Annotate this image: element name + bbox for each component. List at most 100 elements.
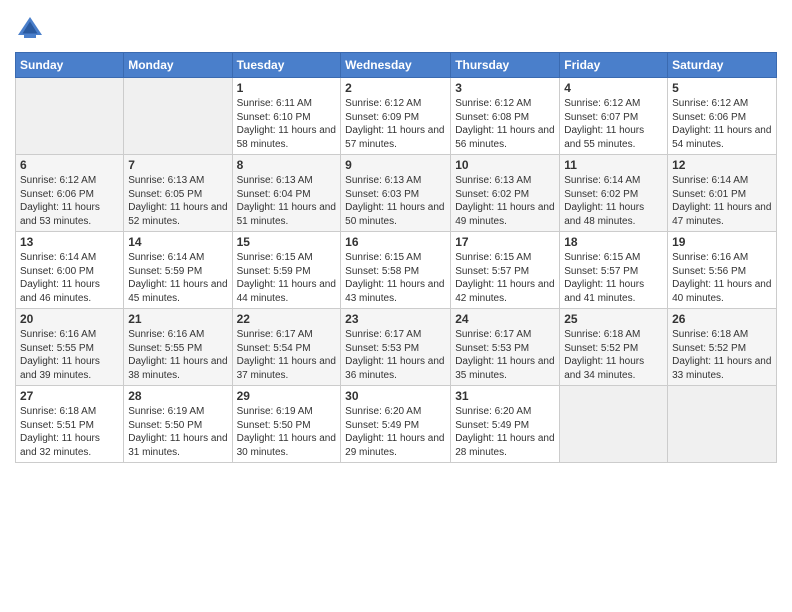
calendar-cell: 28 Sunrise: 6:19 AMSunset: 5:50 PMDayligh… <box>124 386 232 463</box>
day-info: Sunrise: 6:13 AMSunset: 6:03 PMDaylight:… <box>345 174 446 228</box>
calendar-cell: 10Sunrise: 6:13 AMSunset: 6:02 PMDayligh… <box>451 155 560 232</box>
day-info: Sunrise: 6:14 AMSunset: 6:00 PMDaylight:… <box>20 251 119 305</box>
logo-icon <box>15 14 45 44</box>
calendar-cell: 18 Sunrise: 6:15 AMSunset: 5:57 PMDayligh… <box>560 232 668 309</box>
calendar-cell: 7Sunrise: 6:13 AMSunset: 6:05 PMDaylight… <box>124 155 232 232</box>
day-number: 30 <box>345 389 446 403</box>
day-info: Sunrise: 6:15 AMSunset: 5:57 PMDaylight:… <box>455 251 555 305</box>
calendar-cell: 13Sunrise: 6:14 AMSunset: 6:00 PMDayligh… <box>16 232 124 309</box>
day-number: 21 <box>128 312 227 326</box>
day-info: Sunrise: 6:13 AMSunset: 6:02 PMDaylight:… <box>455 174 555 228</box>
day-info: Sunrise: 6:13 AMSunset: 6:05 PMDaylight:… <box>128 174 227 228</box>
calendar-cell: 26Sunrise: 6:18 AMSunset: 5:52 PMDayligh… <box>668 309 777 386</box>
calendar-table: SundayMondayTuesdayWednesdayThursdayFrid… <box>15 52 777 463</box>
day-number: 29 <box>237 389 337 403</box>
day-number: 26 <box>672 312 772 326</box>
calendar-cell: 23Sunrise: 6:17 AMSunset: 5:53 PMDayligh… <box>341 309 451 386</box>
day-number: 25 <box>564 312 663 326</box>
day-info: Sunrise: 6:16 AMSunset: 5:56 PMDaylight:… <box>672 251 772 305</box>
day-number: 15 <box>237 235 337 249</box>
day-info: Sunrise: 6:19 AMSunset: 5:50 PMDaylight:… <box>237 405 337 459</box>
week-row-1: 1 Sunrise: 6:11 AMSunset: 6:10 PMDaylight… <box>16 78 777 155</box>
day-info: Sunrise: 6:13 AMSunset: 6:04 PMDaylight:… <box>237 174 337 228</box>
calendar-cell: 25 Sunrise: 6:18 AMSunset: 5:52 PMDayligh… <box>560 309 668 386</box>
day-info: Sunrise: 6:12 AMSunset: 6:08 PMDaylight:… <box>455 97 555 151</box>
header-day-friday: Friday <box>560 53 668 78</box>
header-day-tuesday: Tuesday <box>232 53 341 78</box>
day-number: 24 <box>455 312 555 326</box>
calendar-cell: 21 Sunrise: 6:16 AMSunset: 5:55 PMDayligh… <box>124 309 232 386</box>
calendar-cell: 24 Sunrise: 6:17 AMSunset: 5:53 PMDayligh… <box>451 309 560 386</box>
calendar-cell: 22Sunrise: 6:17 AMSunset: 5:54 PMDayligh… <box>232 309 341 386</box>
day-number: 28 <box>128 389 227 403</box>
day-info: Sunrise: 6:18 AMSunset: 5:51 PMDaylight:… <box>20 405 119 459</box>
week-row-4: 20 Sunrise: 6:16 AMSunset: 5:55 PMDayligh… <box>16 309 777 386</box>
calendar-cell <box>16 78 124 155</box>
calendar-cell: 1 Sunrise: 6:11 AMSunset: 6:10 PMDaylight… <box>232 78 341 155</box>
calendar-cell <box>560 386 668 463</box>
day-number: 14 <box>128 235 227 249</box>
header-day-monday: Monday <box>124 53 232 78</box>
day-info: Sunrise: 6:14 AMSunset: 6:01 PMDaylight:… <box>672 174 772 228</box>
calendar-cell: 27 Sunrise: 6:18 AMSunset: 5:51 PMDayligh… <box>16 386 124 463</box>
calendar-header: SundayMondayTuesdayWednesdayThursdayFrid… <box>16 53 777 78</box>
header-row: SundayMondayTuesdayWednesdayThursdayFrid… <box>16 53 777 78</box>
day-number: 22 <box>237 312 337 326</box>
day-info: Sunrise: 6:20 AMSunset: 5:49 PMDaylight:… <box>345 405 446 459</box>
day-info: Sunrise: 6:12 AMSunset: 6:06 PMDaylight:… <box>20 174 119 228</box>
calendar-cell: 12 Sunrise: 6:14 AMSunset: 6:01 PMDayligh… <box>668 155 777 232</box>
calendar-cell: 4 Sunrise: 6:12 AMSunset: 6:07 PMDaylight… <box>560 78 668 155</box>
week-row-3: 13Sunrise: 6:14 AMSunset: 6:00 PMDayligh… <box>16 232 777 309</box>
day-info: Sunrise: 6:14 AMSunset: 5:59 PMDaylight:… <box>128 251 227 305</box>
day-info: Sunrise: 6:11 AMSunset: 6:10 PMDaylight:… <box>237 97 337 151</box>
day-number: 16 <box>345 235 446 249</box>
day-number: 5 <box>672 81 772 95</box>
day-info: Sunrise: 6:20 AMSunset: 5:49 PMDaylight:… <box>455 405 555 459</box>
calendar-cell <box>668 386 777 463</box>
day-info: Sunrise: 6:18 AMSunset: 5:52 PMDaylight:… <box>564 328 663 382</box>
week-row-5: 27 Sunrise: 6:18 AMSunset: 5:51 PMDayligh… <box>16 386 777 463</box>
day-info: Sunrise: 6:15 AMSunset: 5:59 PMDaylight:… <box>237 251 337 305</box>
day-info: Sunrise: 6:15 AMSunset: 5:57 PMDaylight:… <box>564 251 663 305</box>
day-number: 23 <box>345 312 446 326</box>
day-number: 8 <box>237 158 337 172</box>
day-number: 11 <box>564 158 663 172</box>
day-number: 9 <box>345 158 446 172</box>
day-number: 27 <box>20 389 119 403</box>
calendar-cell <box>124 78 232 155</box>
calendar-cell: 3 Sunrise: 6:12 AMSunset: 6:08 PMDaylight… <box>451 78 560 155</box>
day-number: 6 <box>20 158 119 172</box>
header-day-sunday: Sunday <box>16 53 124 78</box>
day-number: 1 <box>237 81 337 95</box>
header-day-thursday: Thursday <box>451 53 560 78</box>
day-info: Sunrise: 6:19 AMSunset: 5:50 PMDaylight:… <box>128 405 227 459</box>
day-number: 17 <box>455 235 555 249</box>
day-number: 2 <box>345 81 446 95</box>
calendar-body: 1 Sunrise: 6:11 AMSunset: 6:10 PMDaylight… <box>16 78 777 463</box>
day-number: 12 <box>672 158 772 172</box>
header-day-wednesday: Wednesday <box>341 53 451 78</box>
header <box>15 10 777 44</box>
day-info: Sunrise: 6:16 AMSunset: 5:55 PMDaylight:… <box>20 328 119 382</box>
day-number: 4 <box>564 81 663 95</box>
day-info: Sunrise: 6:17 AMSunset: 5:53 PMDaylight:… <box>455 328 555 382</box>
day-number: 3 <box>455 81 555 95</box>
day-number: 31 <box>455 389 555 403</box>
day-info: Sunrise: 6:12 AMSunset: 6:09 PMDaylight:… <box>345 97 446 151</box>
week-row-2: 6 Sunrise: 6:12 AMSunset: 6:06 PMDaylight… <box>16 155 777 232</box>
day-number: 19 <box>672 235 772 249</box>
day-info: Sunrise: 6:15 AMSunset: 5:58 PMDaylight:… <box>345 251 446 305</box>
calendar-cell: 19 Sunrise: 6:16 AMSunset: 5:56 PMDayligh… <box>668 232 777 309</box>
page-container: SundayMondayTuesdayWednesdayThursdayFrid… <box>0 0 792 473</box>
day-info: Sunrise: 6:16 AMSunset: 5:55 PMDaylight:… <box>128 328 227 382</box>
day-info: Sunrise: 6:14 AMSunset: 6:02 PMDaylight:… <box>564 174 663 228</box>
calendar-cell: 6 Sunrise: 6:12 AMSunset: 6:06 PMDaylight… <box>16 155 124 232</box>
day-info: Sunrise: 6:12 AMSunset: 6:07 PMDaylight:… <box>564 97 663 151</box>
calendar-cell: 20 Sunrise: 6:16 AMSunset: 5:55 PMDayligh… <box>16 309 124 386</box>
calendar-cell: 16 Sunrise: 6:15 AMSunset: 5:58 PMDayligh… <box>341 232 451 309</box>
logo <box>15 14 47 44</box>
day-number: 20 <box>20 312 119 326</box>
calendar-cell: 11 Sunrise: 6:14 AMSunset: 6:02 PMDayligh… <box>560 155 668 232</box>
header-day-saturday: Saturday <box>668 53 777 78</box>
day-number: 18 <box>564 235 663 249</box>
